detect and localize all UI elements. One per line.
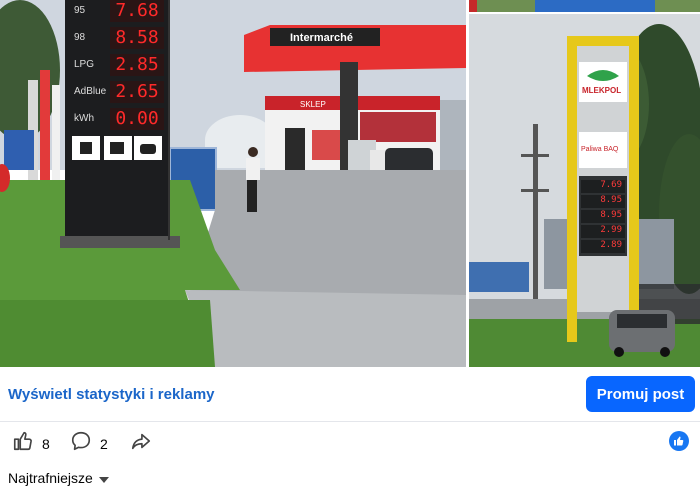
- photo-fuel-pylon[interactable]: MLEKPOL Paliwa BAQ 7.69 8.95 8.95 2.99 2…: [469, 14, 700, 367]
- promote-post-button[interactable]: Promuj post: [586, 376, 695, 412]
- brand-sub-text: Paliwa BAQ: [581, 146, 619, 153]
- view-stats-link[interactable]: Wyświetl statystyki i reklamy: [8, 386, 215, 403]
- reactions-row: 8 2: [0, 422, 700, 460]
- like-reaction-icon[interactable]: [669, 431, 689, 451]
- price-row: kWh 0.00: [68, 108, 167, 133]
- fuel-price: 2.65: [110, 81, 164, 103]
- comment-sort-dropdown[interactable]: Najtrafniejsze: [8, 470, 109, 486]
- pylon-price: 8.95: [581, 210, 625, 223]
- photo-gas-station[interactable]: Intermarché SKLEP 95 7.68 98 8.58 LPG 2.…: [0, 0, 466, 367]
- price-row: 98 8.58: [68, 27, 167, 52]
- fuel-label: 98: [74, 32, 86, 43]
- fuel-label: kWh: [74, 113, 94, 124]
- fuel-price: 7.68: [110, 0, 164, 22]
- shop-sign-text: SKLEP: [300, 100, 326, 109]
- share-action[interactable]: [130, 430, 152, 457]
- price-row: AdBlue 2.65: [68, 81, 167, 106]
- sort-label: Najtrafniejsze: [8, 470, 93, 486]
- fuel-label: LPG: [74, 59, 95, 70]
- like-count: 8: [42, 435, 50, 452]
- photo-strip-top[interactable]: [469, 0, 700, 12]
- pylon-price: 2.99: [581, 225, 625, 238]
- fuel-label: 95: [74, 5, 86, 16]
- pylon-price: 2.89: [581, 240, 625, 253]
- thumbs-up-icon: [12, 430, 34, 457]
- comment-icon: [70, 430, 92, 457]
- fuel-price: 2.85: [110, 54, 164, 76]
- post-photo-collage: Intermarché SKLEP 95 7.68 98 8.58 LPG 2.…: [0, 0, 700, 367]
- comment-action[interactable]: 2: [70, 430, 108, 457]
- station-brand-text: Intermarché: [290, 32, 353, 44]
- pylon-price: 8.95: [581, 195, 625, 208]
- share-icon: [130, 430, 152, 457]
- fuel-price: 8.58: [110, 27, 164, 49]
- brand-top-text: MLEKPOL: [582, 86, 622, 95]
- price-row: 95 7.68: [68, 0, 167, 25]
- fuel-price: 0.00: [110, 108, 164, 130]
- fuel-label: AdBlue: [74, 86, 107, 97]
- like-action[interactable]: 8: [12, 430, 50, 457]
- price-row: LPG 2.85: [68, 54, 167, 79]
- pylon-price: 7.69: [581, 180, 625, 193]
- comment-count: 2: [100, 435, 108, 452]
- caret-down-icon: [98, 476, 109, 483]
